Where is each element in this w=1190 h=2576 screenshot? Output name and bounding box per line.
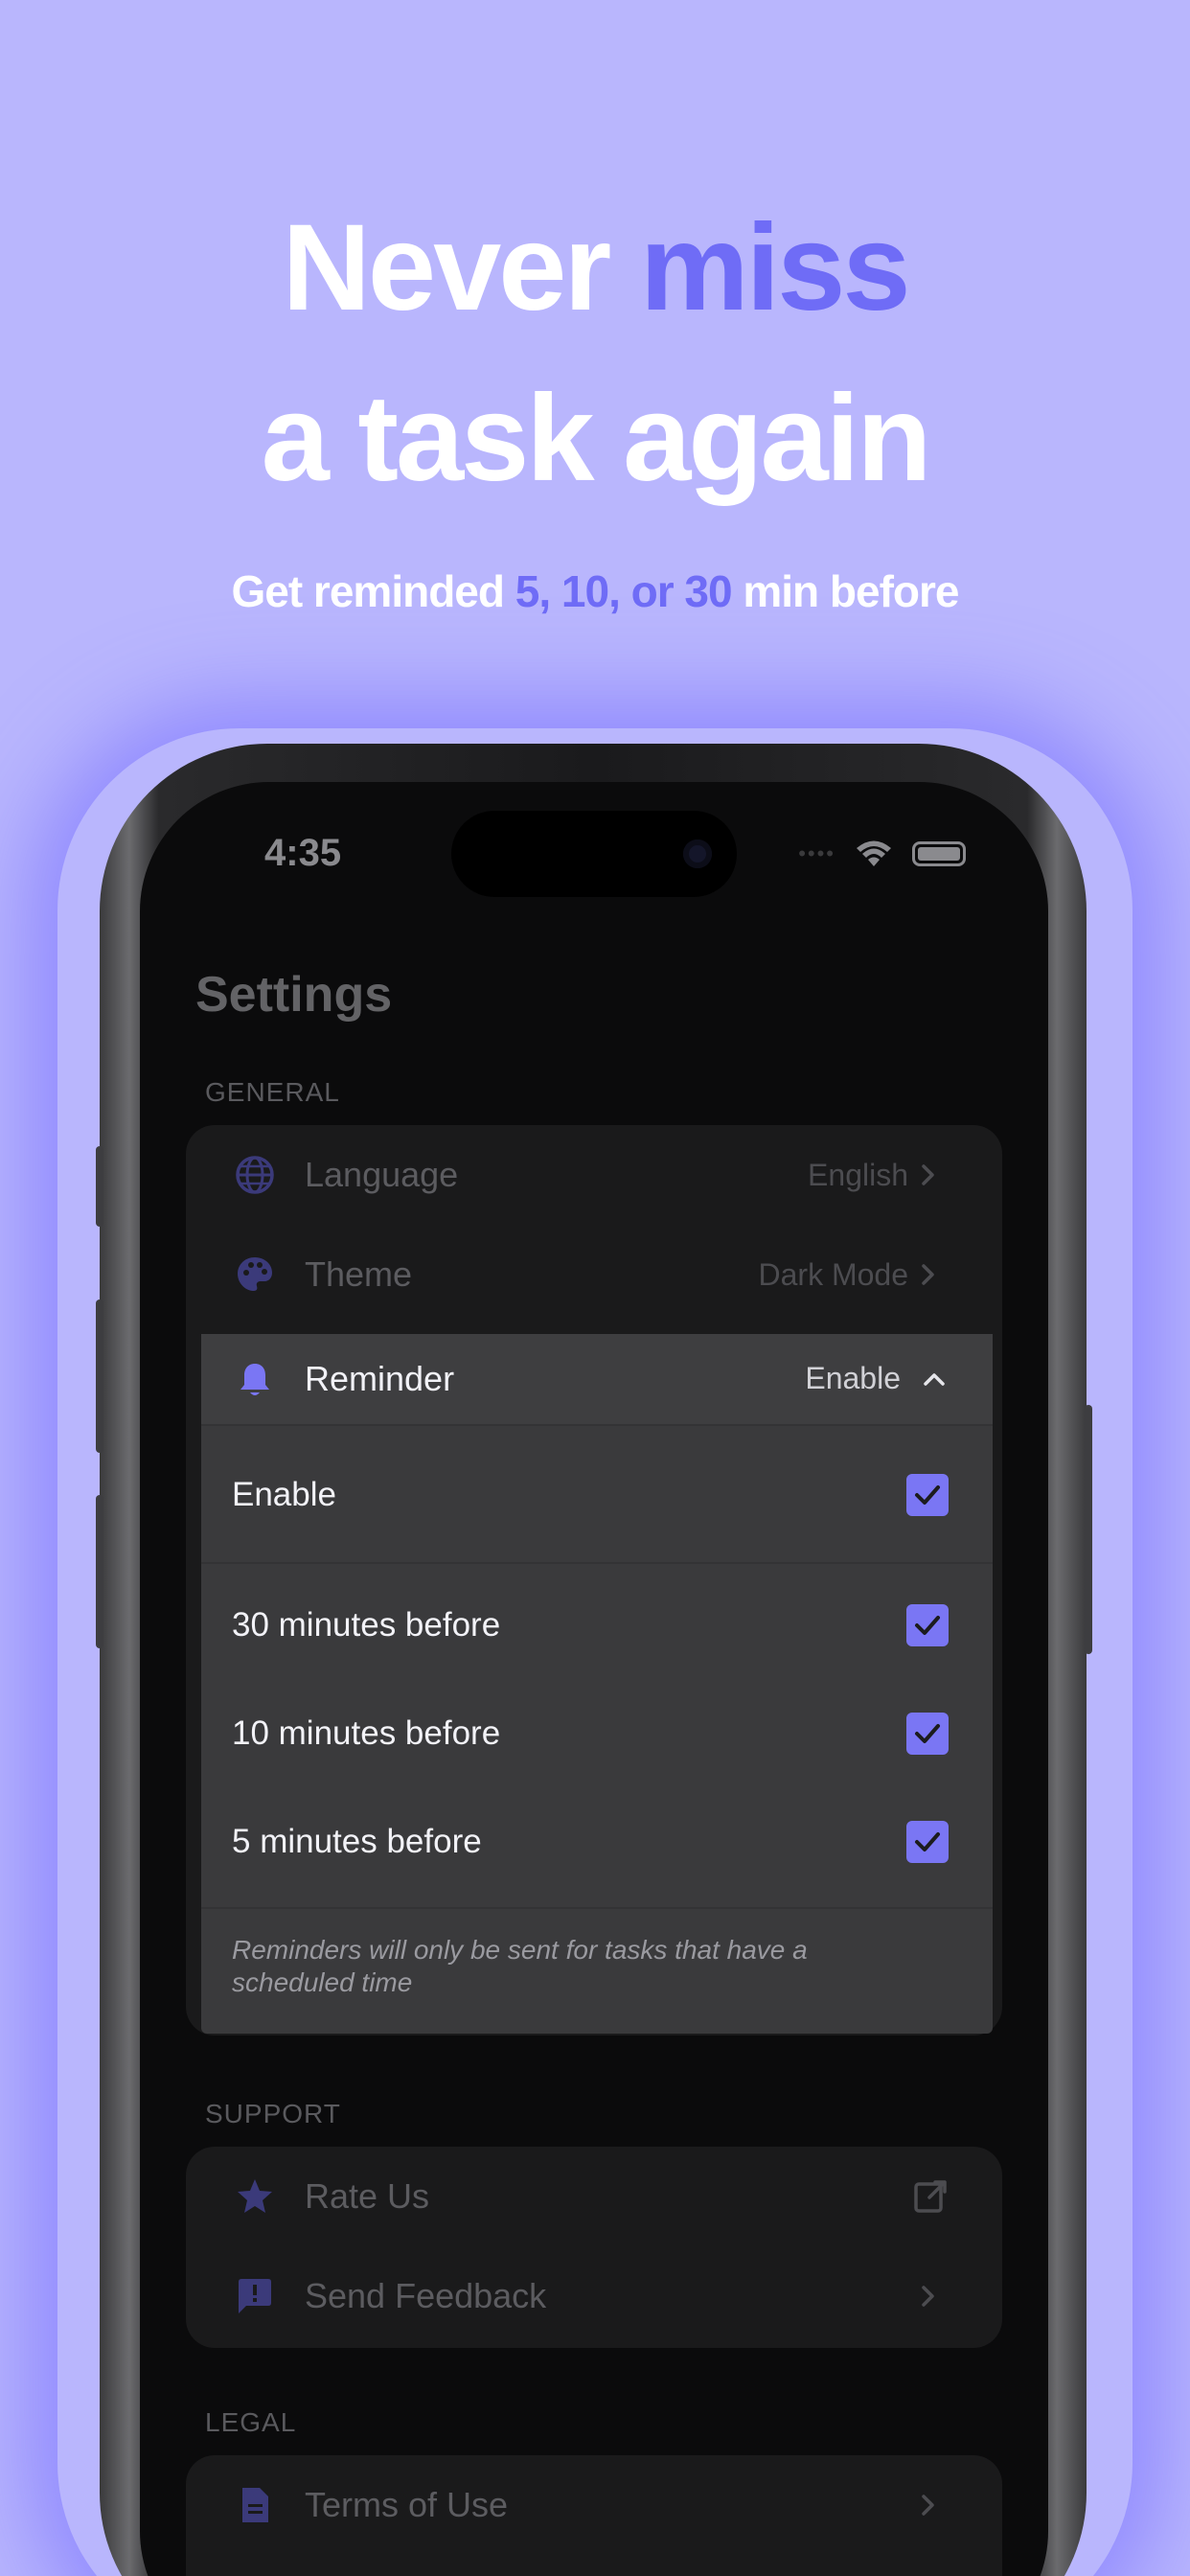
option-label: 30 minutes before [232, 1606, 501, 1644]
reminder-option-enable[interactable]: Enable [201, 1426, 993, 1562]
subheadline-plain: Get reminded [231, 566, 515, 616]
document-icon [234, 2484, 276, 2526]
page-title: Settings [195, 967, 393, 1023]
headline-line-2: a task again [261, 370, 932, 507]
dynamic-island [451, 811, 737, 897]
reminder-option-5[interactable]: 5 minutes before [201, 1781, 993, 1886]
divider [201, 1907, 993, 1909]
checkbox-checked[interactable] [906, 1604, 949, 1646]
row-value: Enable [805, 1361, 901, 1395]
checkmark-icon [915, 1485, 940, 1505]
reminder-note: Reminders will only be sent for tasks th… [232, 1935, 808, 1997]
external-link-icon [914, 2180, 947, 2213]
headline-accent: miss [639, 199, 911, 336]
checkbox-checked[interactable] [906, 1821, 949, 1863]
support-card: Rate Us Send Feedback [186, 2147, 1002, 2348]
headline-line-1: Never miss [0, 201, 1190, 335]
section-label-support: SUPPORT [205, 2099, 341, 2128]
marketing-screenshot: Never miss a task again Get reminded 5, … [0, 0, 1190, 2576]
action-button [96, 1146, 103, 1227]
chevron-right-icon [922, 1164, 934, 1185]
option-label: 5 minutes before [232, 1823, 482, 1860]
palette-icon [234, 1254, 276, 1296]
row-label: Send Feedback [305, 2276, 547, 2315]
bell-icon [234, 1359, 276, 1401]
section-label-general: GENERAL [205, 1077, 340, 1107]
chevron-right-icon [922, 1264, 934, 1285]
settings-row-terms[interactable]: Terms of Use [186, 2455, 1002, 2555]
star-icon [234, 2175, 276, 2218]
power-button [1085, 1405, 1092, 1654]
checkbox-checked[interactable] [906, 1474, 949, 1516]
wifi-icon [857, 840, 891, 866]
subheadline: Get reminded 5, 10, or 30 min before [0, 565, 1190, 617]
camera-icon [683, 840, 712, 868]
phone-screen: 4:35 •••• Settings GENERAL Language Engl… [140, 782, 1048, 2576]
feedback-icon [234, 2275, 276, 2317]
checkbox-checked[interactable] [906, 1713, 949, 1755]
settings-row-send-feedback[interactable]: Send Feedback [186, 2246, 1002, 2346]
battery-icon [912, 841, 966, 866]
row-label: Terms of Use [305, 2485, 509, 2524]
status-time: 4:35 [264, 832, 342, 874]
globe-icon [234, 1154, 276, 1196]
reminder-option-30[interactable]: 30 minutes before [201, 1564, 993, 1669]
checkmark-icon [915, 1616, 940, 1635]
settings-row-language[interactable]: Language English [186, 1125, 1002, 1225]
row-label: Language [305, 1155, 459, 1194]
row-value: English [808, 1157, 908, 1192]
settings-row-rate-us[interactable]: Rate Us [186, 2147, 1002, 2246]
settings-row-reminder[interactable]: Reminder Enable [201, 1334, 993, 1426]
option-label: 10 minutes before [232, 1714, 501, 1752]
section-label-legal: LEGAL [205, 2407, 297, 2437]
subheadline-accent: 5, 10, or 30 [515, 566, 733, 616]
chevron-right-icon [922, 2286, 934, 2307]
row-value: Dark Mode [758, 1256, 909, 1292]
option-label: Enable [232, 1476, 336, 1513]
subheadline-tail: min before [731, 566, 959, 616]
checkmark-icon [915, 1724, 940, 1743]
checkmark-icon [915, 1832, 940, 1852]
reminder-option-10[interactable]: 10 minutes before [201, 1672, 993, 1778]
volume-up-button [96, 1300, 103, 1453]
reminder-panel: Reminder Enable Enable 30 minutes before… [201, 1334, 993, 2034]
chevron-right-icon [922, 2495, 934, 2516]
row-label: Reminder [305, 1359, 455, 1398]
chevron-up-icon [924, 1373, 945, 1386]
volume-down-button [96, 1495, 103, 1648]
row-label: Theme [305, 1254, 413, 1294]
headline-plain: Never [282, 199, 640, 336]
signal-icon: •••• [798, 841, 835, 865]
row-label: Rate Us [305, 2176, 430, 2216]
status-indicators: •••• [798, 840, 966, 868]
legal-card: Terms of Use [186, 2455, 1002, 2576]
settings-row-theme[interactable]: Theme Dark Mode [186, 1225, 1002, 1324]
